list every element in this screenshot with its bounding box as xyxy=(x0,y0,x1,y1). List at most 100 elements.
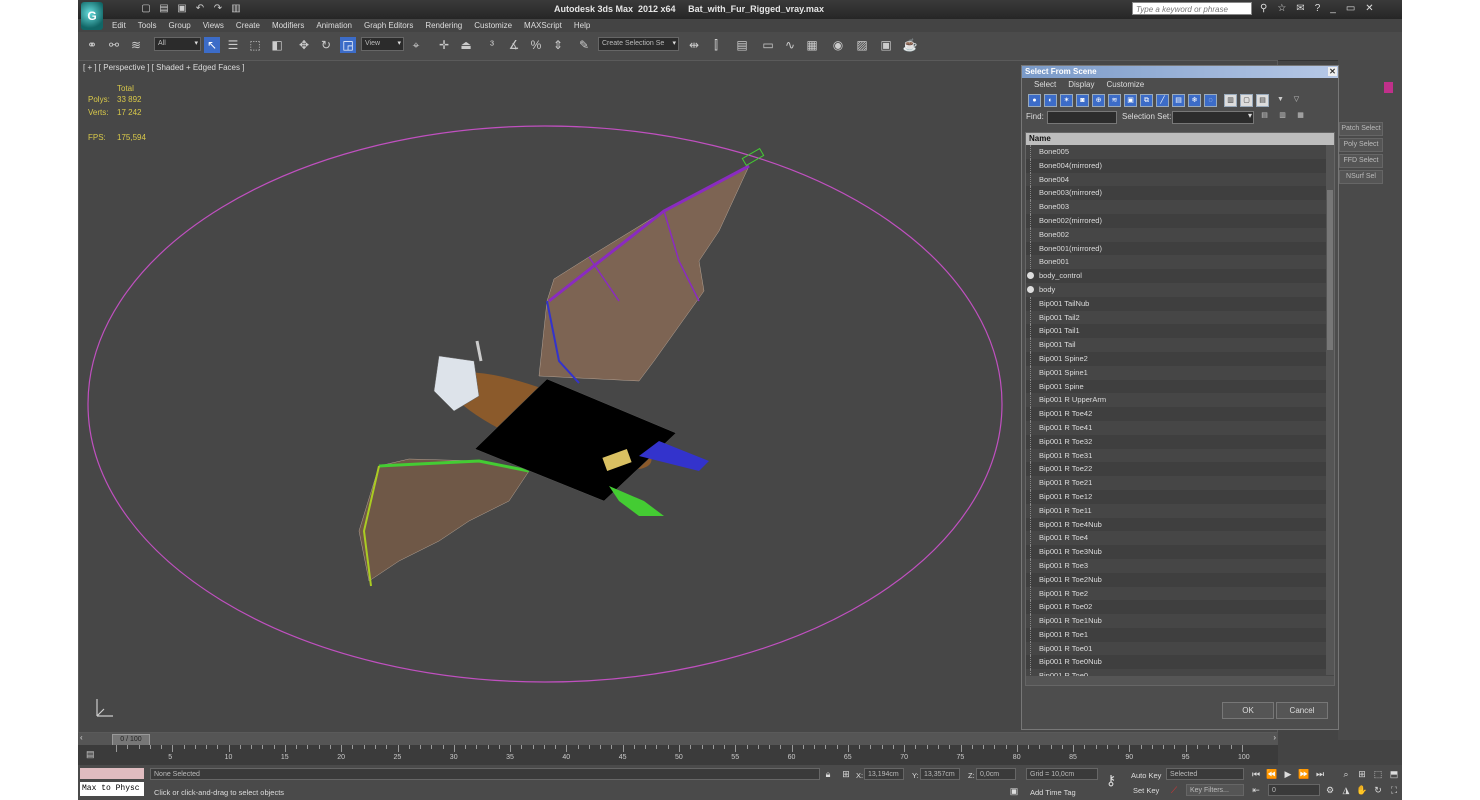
list-item[interactable]: Bip001 R Toe0Nub xyxy=(1026,655,1334,670)
absolute-mode-icon[interactable]: ⊞ xyxy=(840,768,852,780)
keyboard-shortcut-icon[interactable]: ⏏ xyxy=(458,37,474,53)
list-item[interactable]: Bip001 Tail xyxy=(1026,338,1334,352)
menu-graph-editors[interactable]: Graph Editors xyxy=(358,19,419,32)
pivot-center-icon[interactable]: ⌖ xyxy=(408,37,424,53)
list-item[interactable]: Bip001 Spine1 xyxy=(1026,365,1334,380)
key-filters-button[interactable]: Key Filters... xyxy=(1186,784,1244,796)
time-tag-icon[interactable]: ▣ xyxy=(1008,785,1020,797)
list-item[interactable]: Bone004(mirrored) xyxy=(1026,158,1334,173)
list-item[interactable]: Bip001 R Toe4Nub xyxy=(1026,517,1334,532)
dialog-close-icon[interactable]: ✕ xyxy=(1328,67,1337,76)
display-geometry-icon[interactable]: ● xyxy=(1028,94,1041,107)
display-shapes-icon[interactable]: ◐ xyxy=(1044,94,1057,107)
help-search-input[interactable]: Type a keyword or phrase xyxy=(1132,2,1252,15)
menu-edit[interactable]: Edit xyxy=(106,19,132,32)
time-slider-left-arrow[interactable]: ‹ xyxy=(80,733,83,742)
goto-end-icon[interactable]: ⏭ xyxy=(1314,768,1326,780)
menu-animation[interactable]: Animation xyxy=(310,19,358,32)
list-item[interactable]: Bip001 Tail1 xyxy=(1026,324,1334,339)
ok-button[interactable]: OK xyxy=(1222,702,1274,719)
graphite-ribbon-icon[interactable]: ▭ xyxy=(760,37,776,53)
named-selection-dropdown[interactable]: Create Selection Se xyxy=(598,37,679,51)
filter-options-icon[interactable]: ▽ xyxy=(1290,94,1303,107)
dialog-menu-customize[interactable]: Customize xyxy=(1100,78,1150,92)
list-item[interactable]: Bip001 Spine2 xyxy=(1026,351,1334,366)
menu-customize[interactable]: Customize xyxy=(468,19,518,32)
name-column-header[interactable]: Name xyxy=(1026,133,1334,145)
list-item[interactable]: Bip001 R Toe31 xyxy=(1026,448,1334,463)
list-item[interactable]: Bone001 xyxy=(1026,255,1334,270)
list-item[interactable]: Bip001 R Toe01 xyxy=(1026,641,1334,656)
goto-start-icon[interactable]: ⏮ xyxy=(1250,768,1262,780)
set-key-icon[interactable]: ⚷ xyxy=(1105,773,1117,787)
percent-snap-icon[interactable]: % xyxy=(528,37,544,53)
list-item[interactable]: Bip001 R Toe3Nub xyxy=(1026,545,1334,559)
selection-filter-dropdown[interactable]: All xyxy=(154,37,201,51)
list-item[interactable]: Bip001 R Toe21 xyxy=(1026,476,1334,490)
selection-set-add-icon[interactable]: ▤ xyxy=(1258,110,1271,123)
spinner-snap-icon[interactable]: ⇕ xyxy=(550,37,566,53)
maximize-icon[interactable]: ▭ xyxy=(1346,3,1355,15)
selection-set-dropdown[interactable] xyxy=(1172,111,1254,124)
zoom-all-icon[interactable]: ⊞ xyxy=(1356,768,1368,780)
current-frame-field[interactable]: 0 xyxy=(1268,784,1320,796)
x-coordinate-field[interactable]: 13,194cm xyxy=(864,768,904,780)
open-file-icon[interactable]: ▤ xyxy=(158,3,170,15)
menu-help[interactable]: Help xyxy=(568,19,596,32)
layer-manager-icon[interactable]: ▤ xyxy=(734,37,750,53)
new-file-icon[interactable]: ▢ xyxy=(140,3,152,15)
display-helpers-icon[interactable]: ⊕ xyxy=(1092,94,1105,107)
list-item[interactable]: Bone002 xyxy=(1026,227,1334,242)
communication-center-icon[interactable]: ✉ xyxy=(1296,3,1304,15)
find-input[interactable] xyxy=(1047,111,1117,124)
list-item[interactable]: body_control xyxy=(1026,269,1334,283)
bind-space-warp-icon[interactable]: ≋ xyxy=(128,37,144,53)
list-item[interactable]: Bip001 R Toe2 xyxy=(1026,586,1334,601)
display-frozen-icon[interactable]: ❄ xyxy=(1188,94,1201,107)
dialog-menu-select[interactable]: Select xyxy=(1028,78,1062,92)
field-of-view-icon[interactable]: ◮ xyxy=(1340,784,1352,796)
display-lights-icon[interactable]: ✶ xyxy=(1060,94,1073,107)
angle-snap-icon[interactable]: ∡ xyxy=(506,37,522,53)
menu-rendering[interactable]: Rendering xyxy=(419,19,468,32)
play-icon[interactable]: ▶ xyxy=(1282,768,1294,780)
nsurf-sel-button[interactable]: NSurf Sel xyxy=(1339,170,1383,184)
menu-maxscript[interactable]: MAXScript xyxy=(518,19,568,32)
default-in-out-icon[interactable]: ⟋ xyxy=(1168,784,1180,796)
subscription-icon[interactable]: ☆ xyxy=(1277,3,1286,15)
display-spacewarps-icon[interactable]: ≋ xyxy=(1108,94,1121,107)
display-xrefs-icon[interactable]: ⧉ xyxy=(1140,94,1153,107)
undo-icon[interactable]: ↶ xyxy=(194,3,206,15)
list-item[interactable]: Bip001 R UpperArm xyxy=(1026,393,1334,408)
menu-create[interactable]: Create xyxy=(230,19,266,32)
edit-named-selection-icon[interactable]: ✎ xyxy=(576,37,592,53)
z-coordinate-field[interactable]: 0,0cm xyxy=(976,768,1016,780)
list-item[interactable]: Bip001 R Toe42 xyxy=(1026,407,1334,421)
display-hidden-icon[interactable]: ◌ xyxy=(1204,94,1217,107)
ffd-select-button[interactable]: FFD Select xyxy=(1339,154,1383,168)
rotate-icon[interactable]: ↻ xyxy=(318,37,334,53)
list-item[interactable]: Bip001 R Toe22 xyxy=(1026,462,1334,477)
list-item[interactable]: Bip001 Spine xyxy=(1026,379,1334,394)
list-item[interactable]: Bip001 R Toe2Nub xyxy=(1026,572,1334,587)
add-time-tag[interactable]: Add Time Tag xyxy=(1030,788,1076,797)
list-vertical-scrollbar[interactable] xyxy=(1326,145,1334,675)
lock-selection-icon[interactable]: 🔒︎ xyxy=(822,768,834,780)
list-item[interactable]: Bip001 R Toe41 xyxy=(1026,420,1334,435)
render-setup-icon[interactable]: ▨ xyxy=(854,37,870,53)
selection-set-remove-icon[interactable]: ▦ xyxy=(1294,110,1307,123)
track-bar-menu-icon[interactable]: ▤ xyxy=(86,749,96,759)
zoom-icon[interactable]: ⌕ xyxy=(1340,768,1352,780)
binoculars-icon[interactable]: ⚲ xyxy=(1260,3,1267,15)
display-cameras-icon[interactable]: ◙ xyxy=(1076,94,1089,107)
zoom-extents-all-icon[interactable]: ⬒ xyxy=(1388,768,1400,780)
maxscript-listener-mini[interactable] xyxy=(80,768,144,779)
rendered-frame-icon[interactable]: ▣ xyxy=(878,37,894,53)
next-frame-icon[interactable]: ⏩ xyxy=(1298,768,1310,780)
list-item[interactable]: Bone005 xyxy=(1026,145,1334,159)
list-item[interactable]: Bone004 xyxy=(1026,172,1334,187)
unlink-icon[interactable]: ⚯ xyxy=(106,37,122,53)
maximize-viewport-icon[interactable]: ⛶ xyxy=(1388,784,1400,796)
viewport-label[interactable]: [ + ] [ Perspective ] [ Shaded + Edged F… xyxy=(83,63,244,72)
reference-coordinate-dropdown[interactable]: View xyxy=(361,37,404,51)
